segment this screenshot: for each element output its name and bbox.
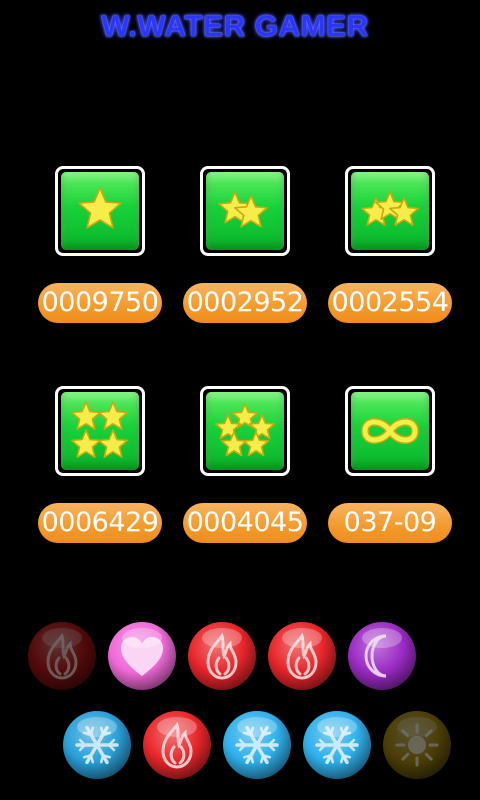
element-orb[interactable] <box>221 709 293 781</box>
score-two-stars: 0002952 <box>183 283 307 323</box>
mode-infinity-button[interactable] <box>345 386 435 476</box>
element-orb[interactable] <box>266 620 338 692</box>
mode-four-stars-button[interactable] <box>55 386 145 476</box>
element-orb[interactable] <box>186 620 258 692</box>
score-three-stars: 0002554 <box>328 283 452 323</box>
two-stars-icon <box>218 191 268 228</box>
game-title: W.WATER GAMER <box>101 10 369 43</box>
element-orb[interactable] <box>381 709 453 781</box>
mode-one-star-button[interactable] <box>55 166 145 256</box>
element-orb[interactable] <box>61 709 133 781</box>
four-stars-icon <box>70 401 129 458</box>
score-five-stars: 0004045 <box>183 503 307 543</box>
mode-three-stars-button[interactable] <box>345 166 435 256</box>
element-orb[interactable] <box>141 709 213 781</box>
infinity-icon <box>360 418 420 444</box>
element-orb[interactable] <box>346 620 418 692</box>
mode-two-stars-button[interactable] <box>200 166 290 256</box>
mode-five-stars-button[interactable] <box>200 386 290 476</box>
one-star-icon <box>78 187 122 229</box>
score-infinity: 037-09 <box>328 503 452 543</box>
score-four-stars: 0006429 <box>38 503 162 543</box>
element-orb[interactable] <box>106 620 178 692</box>
element-orb[interactable] <box>301 709 373 781</box>
element-orb[interactable] <box>26 620 98 692</box>
score-one-star: 0009750 <box>38 283 162 323</box>
three-stars-icon <box>360 191 420 226</box>
five-stars-icon <box>214 403 276 457</box>
